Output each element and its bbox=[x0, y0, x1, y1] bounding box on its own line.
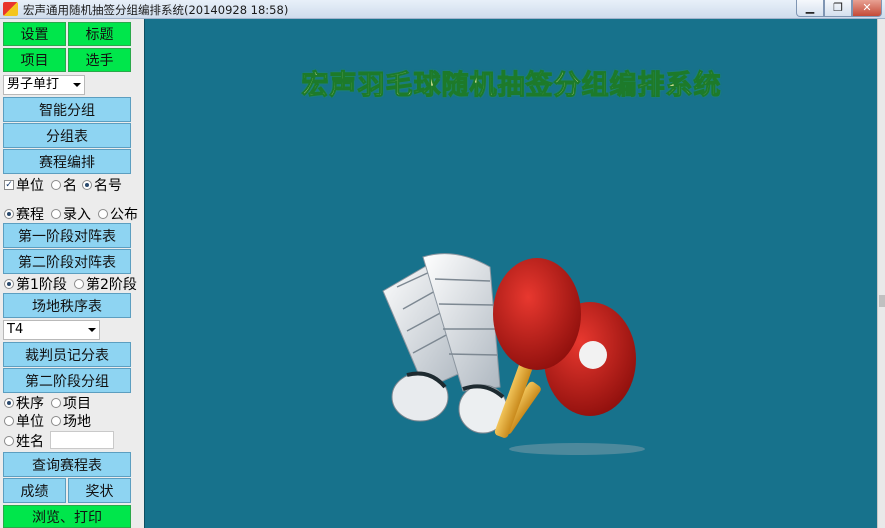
vertical-scrollbar[interactable] bbox=[877, 19, 885, 528]
title-bar: 宏声通用随机抽签分组编排系统(20140928 18:58) ▁ ❐ ✕ bbox=[0, 0, 885, 19]
court-select-value: T4 bbox=[7, 322, 24, 337]
chevron-down-icon bbox=[73, 83, 81, 87]
radio-selected-icon bbox=[4, 209, 14, 219]
by-order-radio[interactable]: 秩序 bbox=[4, 393, 44, 413]
radio-icon bbox=[51, 180, 61, 190]
chevron-down-icon bbox=[88, 328, 96, 332]
stage2-table-button[interactable]: 第二阶段对阵表 bbox=[3, 249, 131, 274]
by-event-radio[interactable]: 项目 bbox=[51, 393, 91, 413]
minimize-button[interactable]: ▁ bbox=[796, 0, 824, 17]
preview-print-button[interactable]: 浏览、打印 bbox=[3, 505, 131, 528]
mode-schedule-radio[interactable]: 赛程 bbox=[4, 204, 44, 224]
app-icon bbox=[3, 2, 18, 16]
court-order-button[interactable]: 场地秩序表 bbox=[3, 293, 131, 318]
awards-button[interactable]: 奖状 bbox=[68, 478, 131, 503]
stage1-radio[interactable]: 第1阶段 bbox=[4, 274, 67, 294]
shadow-ellipse bbox=[509, 443, 645, 455]
window-title: 宏声通用随机抽签分组编排系统(20140928 18:58) bbox=[23, 3, 289, 17]
radio-icon bbox=[98, 209, 108, 219]
radio-icon bbox=[51, 416, 61, 426]
radio-selected-icon bbox=[4, 398, 14, 408]
scrollbar-thumb[interactable] bbox=[879, 295, 885, 307]
close-button[interactable]: ✕ bbox=[852, 0, 882, 17]
table-tennis-paddle-icon bbox=[493, 258, 581, 438]
by-court-radio[interactable]: 场地 bbox=[51, 411, 91, 431]
radio-selected-icon bbox=[82, 180, 92, 190]
mode-publish-radio[interactable]: 公布 bbox=[98, 204, 138, 224]
control-sidebar: 设置 标题 项目 选手 男子单打 智能分组 分组表 赛程编排 ✓ 单位 名 名号… bbox=[0, 19, 144, 528]
by-unit-radio[interactable]: 单位 bbox=[4, 411, 44, 431]
radio-selected-icon bbox=[4, 279, 14, 289]
unit-checkbox[interactable]: ✓ 单位 bbox=[4, 175, 44, 195]
checkbox-checked-icon: ✓ bbox=[4, 180, 14, 190]
by-name-radio[interactable]: 姓名 bbox=[4, 431, 44, 451]
players-button[interactable]: 选手 bbox=[68, 48, 131, 72]
smart-group-button[interactable]: 智能分组 bbox=[3, 97, 131, 122]
radio-icon bbox=[51, 209, 61, 219]
title-button[interactable]: 标题 bbox=[68, 22, 131, 46]
court-select[interactable]: T4 bbox=[3, 320, 100, 340]
radio-icon bbox=[4, 436, 14, 446]
stage2-group-button[interactable]: 第二阶段分组 bbox=[3, 368, 131, 393]
stage1-table-button[interactable]: 第一阶段对阵表 bbox=[3, 223, 131, 248]
maximize-button[interactable]: ❐ bbox=[824, 0, 852, 17]
main-panel: 宏声羽毛球随机抽签分组编排系统 bbox=[144, 19, 877, 528]
group-table-button[interactable]: 分组表 bbox=[3, 123, 131, 148]
settings-button[interactable]: 设置 bbox=[3, 22, 66, 46]
radio-icon bbox=[51, 398, 61, 408]
stage2-radio[interactable]: 第2阶段 bbox=[74, 274, 137, 294]
results-button[interactable]: 成绩 bbox=[3, 478, 66, 503]
schedule-button[interactable]: 赛程编排 bbox=[3, 149, 131, 174]
name-search-input[interactable] bbox=[50, 431, 114, 449]
sports-illustration bbox=[382, 253, 645, 455]
radio-icon bbox=[74, 279, 84, 289]
event-select-value: 男子单打 bbox=[7, 77, 60, 92]
radio-icon bbox=[4, 416, 14, 426]
event-select[interactable]: 男子单打 bbox=[3, 75, 85, 95]
query-schedule-button[interactable]: 查询赛程表 bbox=[3, 452, 131, 477]
mode-entry-radio[interactable]: 录入 bbox=[51, 204, 91, 224]
name-radio[interactable]: 名 bbox=[51, 175, 77, 195]
events-button[interactable]: 项目 bbox=[3, 48, 66, 72]
name-number-radio[interactable]: 名号 bbox=[82, 175, 122, 195]
referee-sheet-button[interactable]: 裁判员记分表 bbox=[3, 342, 131, 367]
